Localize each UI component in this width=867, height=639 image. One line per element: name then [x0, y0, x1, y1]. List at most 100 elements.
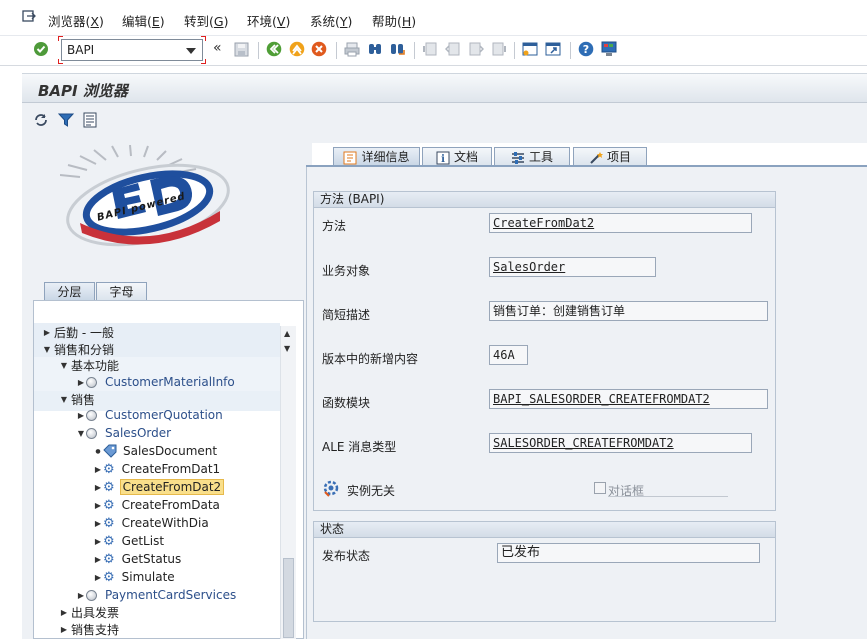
back-icon[interactable]	[265, 40, 283, 58]
project-wand-icon	[589, 151, 603, 165]
toolbar-separator	[336, 42, 337, 59]
tab-tools[interactable]: 工具	[494, 147, 570, 167]
method-field[interactable]: CreateFromDat2	[489, 213, 752, 233]
first-page-icon[interactable]	[421, 40, 439, 58]
key-field-icon	[103, 444, 117, 458]
create-session-icon[interactable]	[521, 40, 539, 58]
tree-node-salesdocument[interactable]: ● SalesDocument	[93, 442, 219, 460]
tree-node-salesorder[interactable]: ▼ SalesOrder	[76, 424, 173, 442]
shortcut-icon[interactable]	[544, 40, 562, 58]
function-module-field[interactable]: BAPI_SALESORDER_CREATEFROMDAT2	[489, 389, 768, 409]
print-icon[interactable]	[343, 40, 361, 58]
dialog-checkbox[interactable]	[594, 482, 606, 494]
enter-check-icon[interactable]	[32, 40, 50, 58]
menu-browser[interactable]: 浏览器(X)	[48, 11, 104, 30]
last-page-icon[interactable]	[490, 40, 508, 58]
tree-node-createfromdata[interactable]: ▶ ⚙ CreateFromData	[93, 496, 222, 514]
scroll-up-icon[interactable]: ▲	[284, 329, 290, 338]
expand-arrow-icon[interactable]: ▶	[93, 555, 103, 564]
expand-arrow-icon[interactable]: ▶	[42, 328, 52, 337]
short-description-field[interactable]: 销售订单：创建销售订单	[489, 301, 768, 321]
previous-page-icon[interactable]	[444, 40, 462, 58]
business-object-field[interactable]: SalesOrder	[489, 257, 656, 277]
method-gear-icon: ⚙	[103, 551, 115, 567]
tree-node-logistics-general[interactable]: ▶ 后勤 - 一般	[42, 323, 116, 341]
tree-node-createwithdia[interactable]: ▶ ⚙ CreateWithDia	[93, 514, 211, 532]
collapse-icon[interactable]: «	[213, 40, 222, 56]
tree-node-billing[interactable]: ▶ 出具发票	[59, 603, 121, 621]
business-object-label: 业务对象	[322, 264, 371, 278]
method-gear-icon: ⚙	[103, 497, 115, 513]
refresh-icon[interactable]	[32, 111, 50, 129]
tree-node-simulate[interactable]: ▶ ⚙ Simulate	[93, 568, 177, 586]
next-page-icon[interactable]	[467, 40, 485, 58]
expand-arrow-icon[interactable]: ▶	[93, 483, 103, 492]
collapse-arrow-icon[interactable]: ▼	[59, 395, 69, 404]
expand-arrow-icon[interactable]: ▶	[93, 573, 103, 582]
expand-arrow-icon[interactable]: ▶	[59, 608, 69, 617]
save-icon[interactable]	[232, 40, 250, 58]
scroll-thumb[interactable]	[283, 558, 294, 638]
tree-node-customerquotation[interactable]: ▶ CustomerQuotation	[76, 406, 225, 424]
short-description-label: 简短描述	[322, 308, 371, 322]
release-status-field[interactable]: 已发布	[497, 543, 760, 563]
tree-node-paymentcardservices[interactable]: ▶ PaymentCardServices	[76, 586, 238, 604]
expand-arrow-icon[interactable]: ▶	[93, 519, 103, 528]
find-next-icon[interactable]	[388, 40, 406, 58]
tree-node-getlist[interactable]: ▶ ⚙ GetList	[93, 532, 166, 550]
method-gear-icon: ⚙	[103, 515, 115, 531]
expand-arrow-icon[interactable]: ▶	[76, 378, 86, 387]
focus-corner-tr	[201, 36, 206, 41]
expand-arrow-icon[interactable]: ▶	[59, 625, 69, 634]
tab-details[interactable]: 详细信息	[333, 147, 420, 167]
menu-edit[interactable]: 编辑(E)	[122, 11, 165, 30]
toolbar-separator	[258, 42, 259, 59]
expand-arrow-icon[interactable]: ▶	[76, 411, 86, 420]
exit-icon[interactable]	[288, 40, 306, 58]
collapse-arrow-icon[interactable]: ▼	[42, 345, 52, 354]
tree-scrollbar[interactable]: ▲ ▼	[280, 326, 296, 639]
filter-icon[interactable]	[57, 111, 75, 129]
ale-message-type-field[interactable]: SALESORDER_CREATEFROMDAT2	[489, 433, 752, 453]
focus-corner-bl	[58, 59, 63, 64]
page-title: BAPI 浏览器	[38, 82, 128, 100]
find-icon[interactable]	[366, 40, 384, 58]
menu-help[interactable]: 帮助(H)	[372, 11, 416, 30]
help-icon[interactable]: ?	[577, 40, 595, 58]
tree-node-customermaterialinfo[interactable]: ▶ CustomerMaterialInfo	[76, 373, 237, 391]
tree-node-basic-functions[interactable]: ▼ 基本功能	[59, 356, 121, 374]
dropdown-arrow-icon[interactable]	[186, 48, 196, 54]
menu-goto[interactable]: 转到(G)	[184, 11, 228, 30]
scroll-down-icon[interactable]: ▼	[284, 344, 290, 353]
tab-alphabetical[interactable]: 字母	[96, 282, 147, 302]
bapi-powered-logo: BAPI powered	[59, 144, 245, 250]
menu-environment[interactable]: 环境(V)	[247, 11, 290, 30]
title-bar: BAPI 浏览器	[22, 73, 867, 103]
list-icon[interactable]	[81, 111, 99, 129]
tab-project[interactable]: 项目	[573, 147, 647, 167]
tree-node-getstatus[interactable]: ▶ ⚙ GetStatus	[93, 550, 183, 568]
tab-documentation[interactable]: i 文档	[422, 147, 492, 167]
focus-corner-br	[201, 59, 206, 64]
expand-arrow-icon[interactable]: ▶	[93, 501, 103, 510]
cancel-icon[interactable]	[310, 40, 328, 58]
command-field[interactable]: BAPI	[61, 39, 203, 61]
collapse-arrow-icon[interactable]: ▼	[76, 429, 86, 438]
expand-arrow-icon[interactable]: ▶	[93, 537, 103, 546]
menu-system[interactable]: 系统(Y)	[310, 11, 352, 30]
menu-toggle-icon[interactable]	[22, 9, 36, 23]
tree-node-createfromdat2[interactable]: ▶ ⚙ CreateFromDat2	[93, 478, 225, 496]
collapse-arrow-icon[interactable]: ▼	[59, 361, 69, 370]
customize-layout-icon[interactable]	[600, 40, 618, 58]
application-toolbar	[22, 103, 867, 143]
expand-arrow-icon[interactable]: ▶	[76, 591, 86, 600]
toolbar-separator	[514, 42, 515, 59]
tree-node-sales-support[interactable]: ▶ 销售支持	[59, 620, 121, 638]
method-group-title: 方法 (BAPI)	[314, 192, 775, 208]
ale-message-type-label: ALE 消息类型	[322, 440, 397, 454]
tab-hierarchy[interactable]: 分层	[44, 282, 95, 302]
expand-arrow-icon[interactable]: ▶	[93, 465, 103, 474]
instance-independent-label: 实例无关	[347, 484, 396, 498]
new-in-release-field[interactable]: 46A	[489, 345, 528, 365]
tree-node-createfromdat1[interactable]: ▶ ⚙ CreateFromDat1	[93, 460, 222, 478]
